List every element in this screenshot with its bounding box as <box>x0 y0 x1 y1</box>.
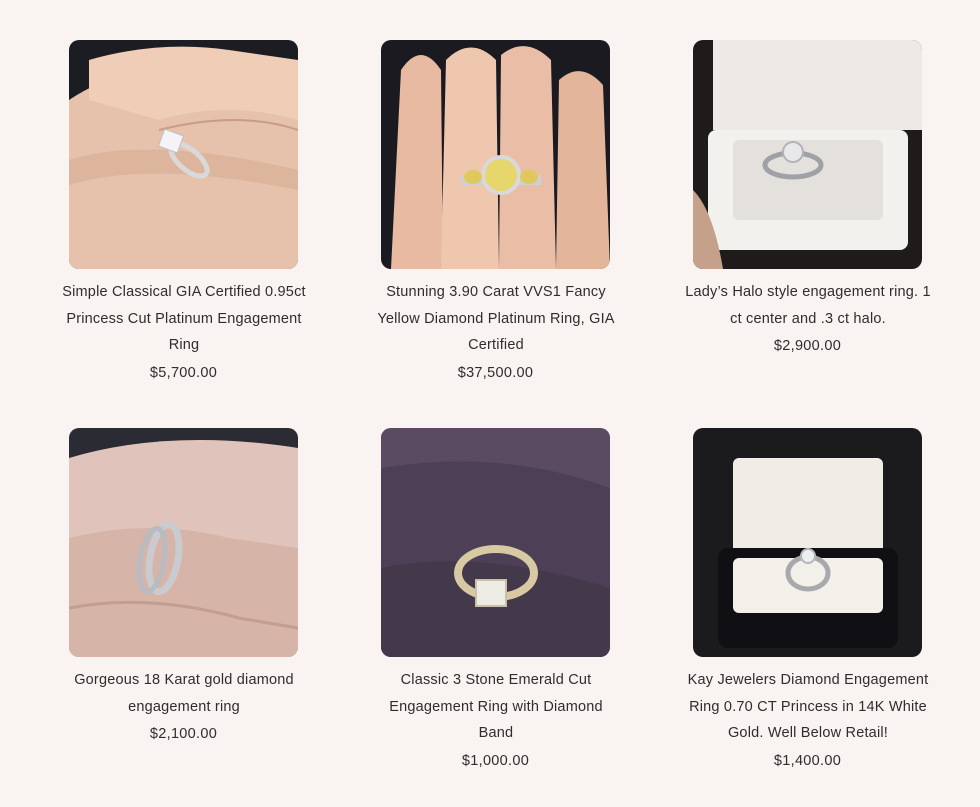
product-card[interactable]: Gorgeous 18 Karat gold diamond engagemen… <box>69 428 298 742</box>
product-price: $37,500.00 <box>457 364 534 381</box>
product-price: $5,700.00 <box>149 364 218 381</box>
ring-in-white-box-photo <box>693 40 922 269</box>
yellow-diamond-ring-photo <box>381 40 610 269</box>
product-grid: Simple Classical GIA Certified 0.95ct Pr… <box>0 0 980 807</box>
ring-on-finger-photo <box>69 40 298 269</box>
product-title[interactable]: Simple Classical GIA Certified 0.95ct Pr… <box>59 279 309 359</box>
ring-on-purple-fabric-photo <box>381 428 610 657</box>
product-price: $1,000.00 <box>461 752 530 769</box>
product-title[interactable]: Kay Jewelers Diamond Engagement Ring 0.7… <box>683 667 933 747</box>
product-image[interactable] <box>693 40 922 269</box>
product-card[interactable]: Kay Jewelers Diamond Engagement Ring 0.7… <box>688 428 928 769</box>
product-image[interactable] <box>381 428 610 657</box>
product-image[interactable] <box>69 40 298 269</box>
product-price: $1,400.00 <box>773 752 842 769</box>
product-title[interactable]: Stunning 3.90 Carat VVS1 Fancy Yellow Di… <box>371 279 621 359</box>
product-card[interactable]: Simple Classical GIA Certified 0.95ct Pr… <box>62 40 306 381</box>
product-image[interactable] <box>69 428 298 657</box>
product-price: $2,100.00 <box>149 726 218 742</box>
product-price: $2,900.00 <box>773 338 842 354</box>
product-card[interactable]: Stunning 3.90 Carat VVS1 Fancy Yellow Di… <box>377 40 614 381</box>
product-title[interactable]: Gorgeous 18 Karat gold diamond engagemen… <box>59 667 309 720</box>
product-image[interactable] <box>693 428 922 657</box>
product-image[interactable] <box>381 40 610 269</box>
ring-in-black-box-photo <box>693 428 922 657</box>
product-title[interactable]: Lady’s Halo style engagement ring. 1 ct … <box>683 279 933 332</box>
ring-set-on-hand-photo <box>69 428 298 657</box>
product-title[interactable]: Classic 3 Stone Emerald Cut Engagement R… <box>371 667 621 747</box>
product-card[interactable]: Lady’s Halo style engagement ring. 1 ct … <box>685 40 931 354</box>
product-card[interactable]: Classic 3 Stone Emerald Cut Engagement R… <box>381 428 610 769</box>
